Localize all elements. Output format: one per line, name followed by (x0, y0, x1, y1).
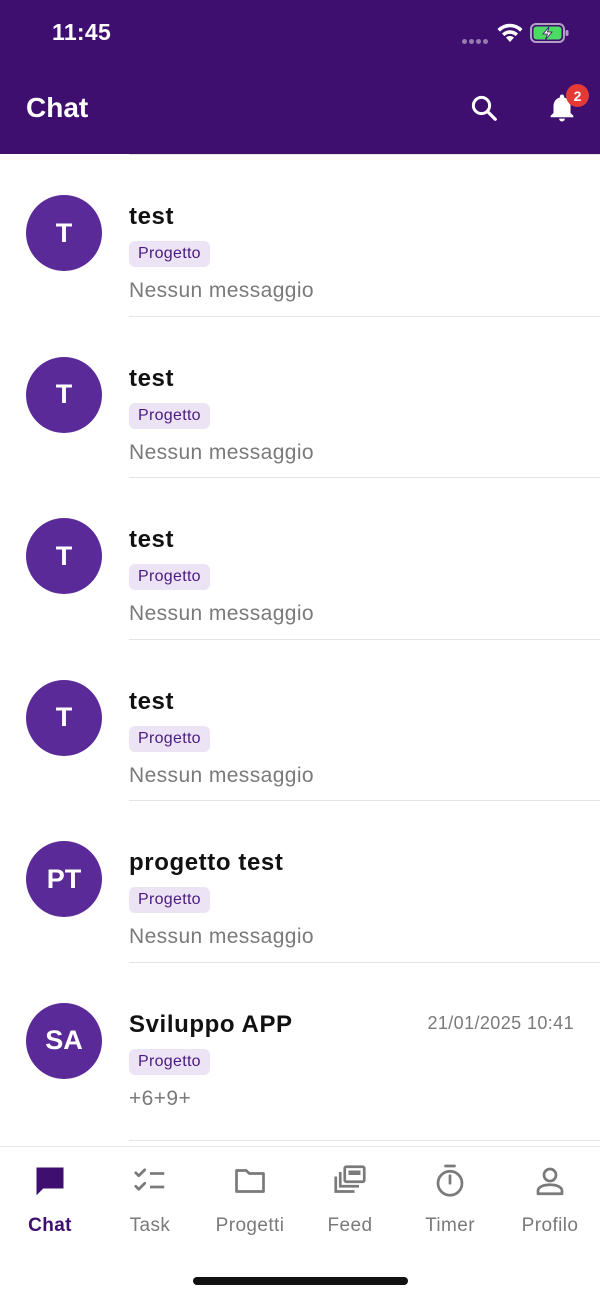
chat-name: progetto test (129, 849, 284, 876)
chat-name: test (129, 203, 175, 230)
avatar: T (26, 195, 102, 271)
divider (129, 315, 600, 317)
chat-list-item[interactable]: T test Progetto Nessun messaggio (0, 638, 600, 801)
nav-label: Chat (28, 1215, 72, 1236)
divider (129, 477, 600, 478)
chat-name: Sviluppo APP (129, 1010, 293, 1038)
nav-label: Feed (327, 1215, 373, 1236)
chat-type-tag: Progetto (129, 887, 210, 913)
divider (129, 800, 600, 801)
divider (129, 638, 600, 640)
avatar: SA (26, 1002, 102, 1079)
nav-label: Task (129, 1215, 171, 1236)
chat-type-tag: Progetto (129, 241, 210, 267)
nav-label: Profilo (521, 1215, 579, 1236)
timer-icon (436, 1164, 464, 1197)
person-icon (536, 1167, 564, 1196)
notification-badge: 2 (566, 84, 589, 107)
chat-name: test (129, 526, 175, 553)
app-header: 11:45 Chat 2 (0, 0, 600, 154)
nav-label: Progetti (215, 1215, 285, 1236)
chat-list-item[interactable]: T test Progetto Nessun messaggio (0, 154, 600, 316)
chat-icon (36, 1167, 64, 1196)
chat-list-item[interactable]: T test Progetto Nessun messaggio (0, 477, 600, 639)
page-title: Chat (26, 92, 89, 123)
chat-list-item[interactable]: PT progetto test Progetto Nessun messagg… (0, 800, 600, 962)
signal-icon (462, 31, 492, 44)
chat-list-item[interactable]: SA Sviluppo APP 21/01/2025 10:41 Progett… (0, 961, 600, 1124)
nav-tab-task[interactable]: Task (100, 1159, 200, 1249)
feed-icon (334, 1165, 366, 1193)
chat-list-item[interactable]: T test Progetto Nessun messaggio (0, 315, 600, 478)
chat-type-tag: Progetto (129, 1048, 210, 1075)
chat-list[interactable]: T test Progetto Nessun messaggio T test … (0, 154, 600, 1146)
status-time: 11:45 (52, 19, 112, 45)
nav-label: Timer (425, 1215, 475, 1236)
status-bar: 11:45 (0, 0, 600, 66)
wifi-icon (497, 23, 523, 42)
search-icon (471, 95, 497, 121)
chat-name: test (129, 687, 175, 715)
chat-type-tag: Progetto (129, 564, 210, 590)
last-message-time: 21/01/2025 10:41 (427, 1012, 574, 1033)
last-message-preview: Nessun messaggio (129, 279, 314, 302)
avatar: T (26, 356, 102, 433)
avatar: T (26, 679, 102, 756)
nav-tab-progetti[interactable]: Progetti (200, 1159, 300, 1249)
nav-tab-feed[interactable]: Feed (300, 1159, 400, 1249)
divider (129, 154, 600, 155)
last-message-preview: Nessun messaggio (129, 440, 314, 464)
chat-type-tag: Progetto (129, 402, 210, 429)
checklist-icon (134, 1168, 165, 1191)
divider (129, 1140, 600, 1141)
avatar: T (26, 518, 102, 594)
last-message-preview: Nessun messaggio (129, 763, 314, 787)
chat-type-tag: Progetto (129, 725, 210, 752)
nav-tab-timer[interactable]: Timer (400, 1159, 500, 1249)
folder-icon (235, 1169, 265, 1193)
battery-icon (530, 23, 569, 43)
chat-name: test (129, 364, 175, 392)
search-button[interactable] (464, 88, 504, 128)
last-message-preview: Nessun messaggio (129, 925, 314, 948)
last-message-preview: Nessun messaggio (129, 602, 314, 625)
last-message-preview: +6+9+ (129, 1086, 192, 1110)
divider (129, 961, 600, 963)
home-indicator (193, 1277, 408, 1285)
nav-tab-chat[interactable]: Chat (0, 1159, 100, 1249)
avatar: PT (26, 841, 102, 917)
nav-tab-profilo[interactable]: Profilo (500, 1159, 600, 1249)
